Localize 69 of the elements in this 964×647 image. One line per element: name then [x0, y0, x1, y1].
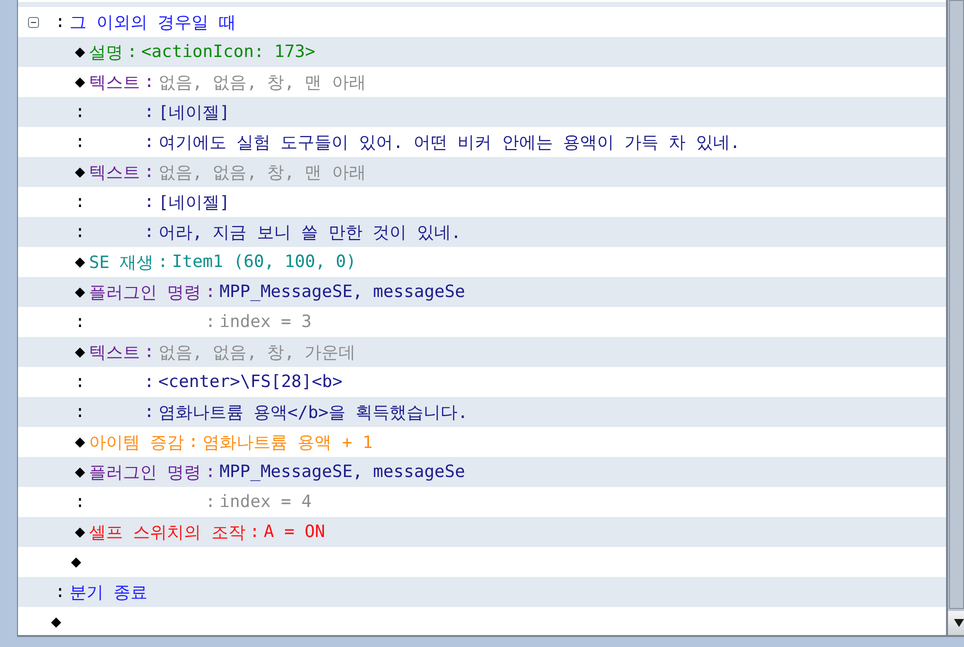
- command-value: MPP_MessageSE, messageSe: [220, 282, 466, 302]
- command-line-text: [네이젤]: [158, 192, 230, 214]
- command-value: MPP_MessageSE, messageSe: [220, 462, 466, 482]
- command-line-text: [네이젤]: [158, 102, 230, 124]
- command-line-text: 여기에도 실험 도구들이 있어. 어떤 비커 안에는 용액이 가득 차 있네.: [158, 132, 740, 154]
- command-line-text: <center>\FS[28]<b>: [158, 372, 342, 392]
- colon-text: :: [74, 102, 86, 122]
- command-line-text: 어라, 지금 보니 쓸 만한 것이 있네.: [158, 222, 462, 244]
- diamond-marker[interactable]: ◆: [51, 612, 62, 632]
- colon-text: :: [144, 372, 154, 392]
- colon-text: :: [144, 102, 154, 122]
- colon-text: :: [144, 72, 154, 92]
- collapse-icon[interactable]: [28, 16, 39, 28]
- command-line-text: index = 4: [220, 492, 312, 512]
- colon-text: :: [144, 402, 154, 422]
- diamond-marker[interactable]: ◆: [71, 552, 82, 572]
- command-label: 플러그인 명령: [89, 282, 202, 304]
- colon-text: :: [205, 312, 216, 332]
- diamond-marker[interactable]: ◆: [71, 162, 89, 182]
- colon-text: :: [144, 342, 154, 362]
- command-label: 셀프 스위치의 조작: [89, 522, 246, 544]
- colon-text: :: [205, 282, 216, 302]
- colon-text: :: [55, 582, 66, 602]
- command-label: 텍스트: [89, 72, 140, 94]
- colon-text: :: [249, 522, 260, 542]
- command-label: 설명: [89, 42, 123, 64]
- command-value: <actionIcon: 173>: [141, 42, 316, 62]
- diamond-marker[interactable]: ◆: [71, 522, 89, 542]
- colon-text: :: [144, 192, 154, 212]
- branch-text: 그 이외의 경우일 때: [69, 12, 236, 34]
- command-value: 없음, 없음, 창, 가운데: [158, 342, 356, 364]
- command-value: 없음, 없음, 창, 맨 아래: [158, 162, 366, 184]
- colon-text: :: [74, 312, 86, 332]
- colon-text: :: [127, 42, 138, 62]
- command-label: SE 재생: [89, 252, 154, 274]
- diamond-marker[interactable]: ◆: [71, 282, 89, 302]
- command-value: 염화나트륨 용액 + 1: [202, 432, 373, 454]
- command-label: 텍스트: [89, 342, 140, 364]
- command-line-text: index = 3: [220, 312, 312, 332]
- colon-text: :: [74, 402, 86, 422]
- diamond-marker[interactable]: ◆: [71, 462, 89, 482]
- colon-text: :: [74, 372, 86, 392]
- diamond-marker[interactable]: ◆: [71, 432, 89, 452]
- colon-text: :: [158, 252, 168, 272]
- colon-text: :: [144, 132, 154, 152]
- diamond-marker[interactable]: ◆: [71, 252, 89, 272]
- colon-text: :: [205, 462, 216, 482]
- command-label: 아이템 증감: [89, 432, 184, 454]
- command-label: 플러그인 명령: [89, 462, 202, 484]
- colon-text: :: [74, 492, 86, 512]
- colon-text: :: [188, 432, 198, 452]
- colon-text: :: [74, 222, 86, 242]
- branch-end-text: 분기 종료: [69, 582, 148, 604]
- diamond-marker[interactable]: ◆: [71, 72, 89, 92]
- command-line-text: 염화나트륨 용액</b>을 획득했습니다.: [158, 402, 468, 424]
- command-label: 텍스트: [89, 162, 140, 184]
- command-value: 없음, 없음, 창, 맨 아래: [158, 72, 366, 94]
- diamond-marker[interactable]: ◆: [71, 342, 89, 362]
- colon-text: :: [144, 162, 154, 182]
- diamond-marker[interactable]: ◆: [71, 42, 89, 62]
- command-value: Item1 (60, 100, 0): [172, 252, 356, 272]
- colon-text: :: [74, 132, 86, 152]
- scrollbar[interactable]: [946, 0, 964, 637]
- colon-text: :: [205, 492, 216, 512]
- command-value: A = ON: [264, 522, 326, 542]
- colon-text: :: [55, 12, 66, 32]
- colon-text: :: [144, 222, 154, 242]
- colon-text: :: [74, 192, 86, 212]
- down-arrow-icon[interactable]: [954, 619, 964, 627]
